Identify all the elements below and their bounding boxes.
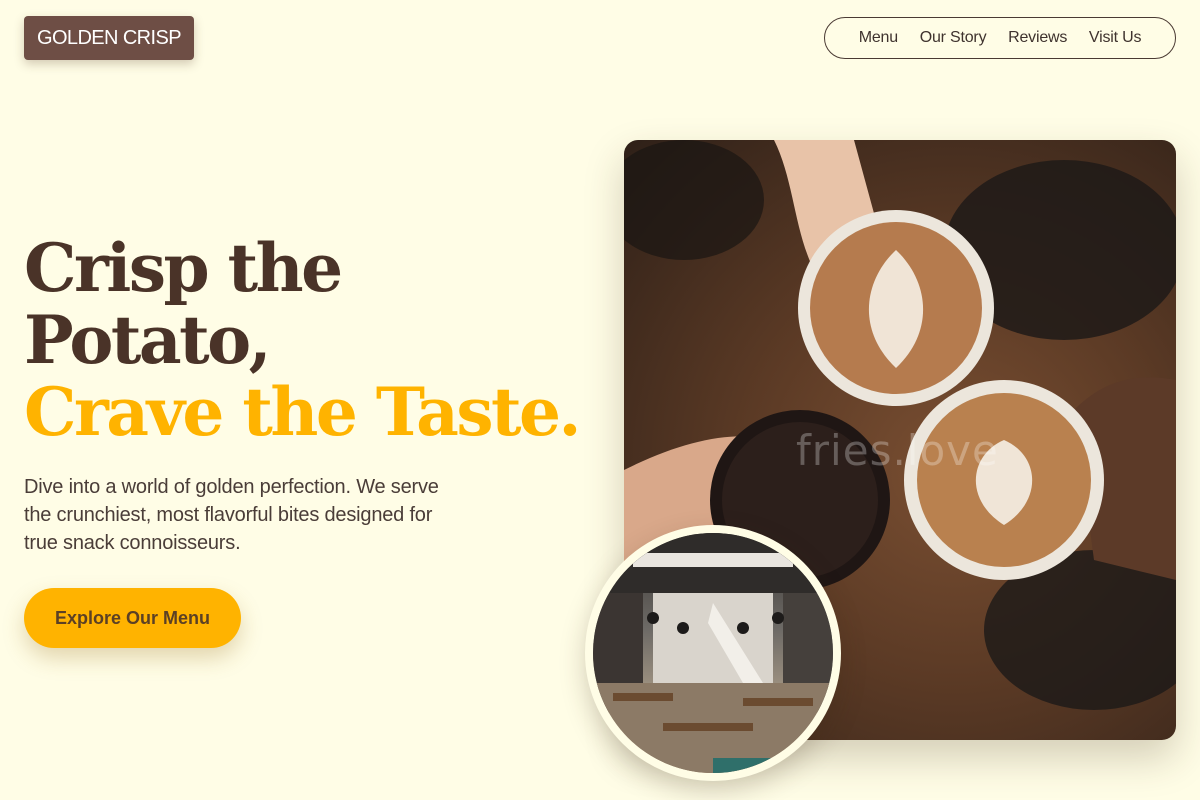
explore-menu-button[interactable]: Explore Our Menu: [24, 588, 241, 648]
main-nav: Menu Our Story Reviews Visit Us: [824, 17, 1176, 59]
image-watermark: fries.love: [796, 426, 999, 475]
headline-line-1: Crisp the: [24, 229, 343, 307]
headline-accent: Crave the Taste.: [24, 373, 582, 451]
nav-item-our-story[interactable]: Our Story: [920, 29, 987, 47]
nav-item-reviews[interactable]: Reviews: [1008, 29, 1067, 47]
hero-description: Dive into a world of golden perfection. …: [24, 476, 439, 554]
nav-item-menu[interactable]: Menu: [859, 29, 898, 47]
hero-headline: Crisp the Potato, Crave the Taste.: [24, 232, 594, 448]
landing-page: GOLDEN CRISP Menu Our Story Reviews Visi…: [0, 0, 1200, 800]
cafe-interior-photo: [585, 525, 841, 781]
brand-logo[interactable]: GOLDEN CRISP: [24, 16, 194, 60]
cafe-interior-image: [593, 533, 833, 773]
cafe-interior-illustration: [593, 533, 833, 773]
headline-line-2: Potato,: [24, 301, 272, 379]
nav-item-visit-us[interactable]: Visit Us: [1089, 29, 1142, 47]
